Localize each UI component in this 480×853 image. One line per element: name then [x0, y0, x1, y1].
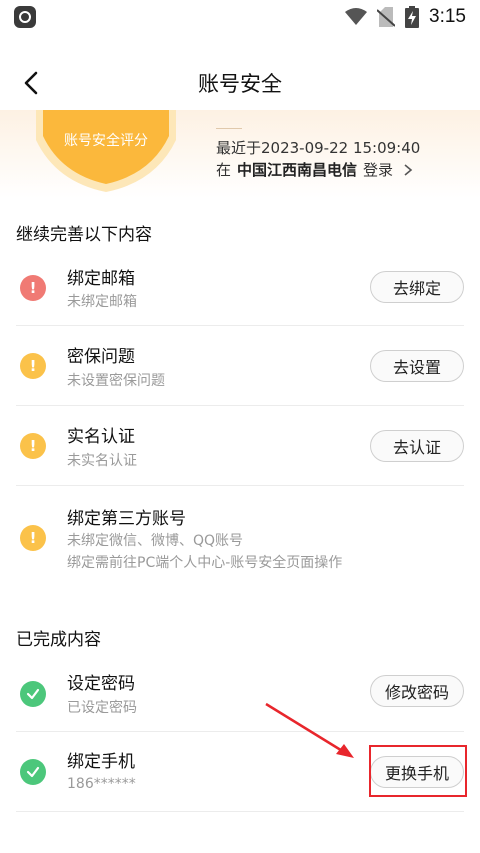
item-title: 绑定第三方账号: [67, 509, 186, 529]
status-bar: 3:15: [0, 0, 480, 34]
item-title: 绑定邮箱: [67, 269, 135, 289]
change-password-button[interactable]: 修改密码: [370, 675, 464, 707]
login-prefix: 在: [216, 161, 232, 179]
score-shield-icon: [36, 110, 176, 192]
last-login-time: 最近于2023-09-22 15:09:40: [216, 139, 421, 157]
item-subtitle: 未绑定邮箱: [67, 294, 137, 310]
no-sim-icon: [377, 7, 396, 27]
app-notification-icon: [14, 6, 36, 28]
score-label: 账号安全评分: [64, 133, 148, 149]
item-note: 绑定需前往PC端个人中心-账号安全页面操作: [67, 555, 343, 571]
todo-section-title: 继续完善以下内容: [16, 225, 152, 245]
item-subtitle: 已设定密码: [67, 700, 137, 716]
done-section-title: 已完成内容: [16, 630, 101, 650]
warning-icon: !: [20, 353, 46, 379]
check-icon: [20, 759, 46, 785]
item-subtitle: 186******: [67, 776, 136, 792]
login-place: 中国江西南昌电信: [237, 161, 358, 179]
login-action: 登录: [363, 161, 394, 179]
list-item-third-party: ! 绑定第三方账号 未绑定微信、微博、QQ账号 绑定需前往PC端个人中心-账号安…: [0, 486, 480, 582]
battery-charging-icon: [405, 6, 420, 28]
item-subtitle: 未实名认证: [67, 453, 137, 469]
annotation-highlight-box: [369, 745, 467, 797]
list-item-bind-email: ! 绑定邮箱 未绑定邮箱 去绑定: [0, 252, 480, 326]
header: 账号安全: [0, 56, 480, 108]
item-title: 设定密码: [67, 674, 135, 694]
check-icon: [20, 681, 46, 707]
item-title: 绑定手机: [67, 752, 135, 772]
item-subtitle: 未设置密保问题: [67, 373, 165, 389]
page-title: 账号安全: [198, 72, 282, 96]
divider: [216, 128, 242, 129]
set-security-question-button[interactable]: 去设置: [370, 350, 464, 382]
item-title: 实名认证: [67, 427, 135, 447]
warning-icon: !: [20, 433, 46, 459]
chevron-right-icon: [404, 163, 413, 176]
status-indicators: 3:15: [345, 6, 466, 28]
status-time: 3:15: [429, 6, 466, 27]
alert-icon: !: [20, 275, 46, 301]
last-login-location[interactable]: 在 中国江西南昌电信 登录: [216, 159, 415, 180]
list-item-password: 设定密码 已设定密码 修改密码: [0, 656, 480, 732]
security-score-banner: 账号安全评分 最近于2023-09-22 15:09:40 在 中国江西南昌电信…: [0, 110, 480, 198]
list-item-security-question: ! 密保问题 未设置密保问题 去设置: [0, 326, 480, 406]
bind-email-button[interactable]: 去绑定: [370, 271, 464, 303]
item-subtitle: 未绑定微信、微博、QQ账号: [67, 533, 244, 549]
warning-icon: !: [20, 525, 46, 551]
annotation-arrow-icon: [265, 702, 354, 758]
wifi-icon: [345, 8, 368, 25]
verify-real-name-button[interactable]: 去认证: [370, 430, 464, 462]
list-item-real-name: ! 实名认证 未实名认证 去认证: [0, 406, 480, 486]
item-title: 密保问题: [67, 347, 135, 367]
